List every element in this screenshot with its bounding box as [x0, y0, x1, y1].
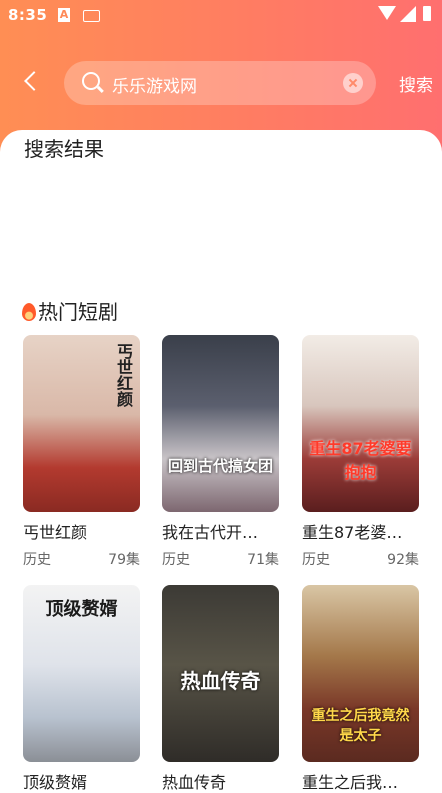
hot-dramas-label: 热门短剧	[38, 300, 118, 324]
drama-title: 热血传奇	[162, 773, 227, 792]
drama-poster: 丐世红颜	[23, 335, 140, 512]
drama-card[interactable]: 重生87老婆要抱抱 重生87老婆… 历史 92集	[302, 335, 419, 568]
drama-title: 重生87老婆…	[302, 523, 403, 542]
poster-title: 顶级赘婿	[45, 599, 118, 620]
hot-dramas-title: 热门短剧	[22, 296, 118, 325]
drama-poster: 重生之后我竟然是太子	[302, 585, 419, 762]
drama-title: 顶级赘婿	[23, 773, 88, 792]
battery-icon	[423, 6, 431, 21]
drama-poster: 顶级赘婿	[23, 585, 140, 762]
drama-title: 我在古代开…	[162, 523, 259, 542]
back-button[interactable]	[18, 66, 48, 96]
drama-meta: 历史 79集	[23, 549, 140, 568]
drama-poster: 回到古代搞女团	[162, 335, 279, 512]
drama-card[interactable]: 热血传奇 热血传奇	[162, 585, 279, 793]
drama-poster: 重生87老婆要抱抱	[302, 335, 419, 512]
clear-search-button[interactable]	[343, 73, 363, 93]
fire-icon	[22, 303, 36, 321]
drama-episodes: 92集	[387, 552, 419, 568]
drama-card[interactable]: 重生之后我竟然是太子 重生之后我…	[302, 585, 419, 793]
keyboard-icon	[83, 10, 100, 22]
poster-title: 丐世红颜	[114, 343, 133, 407]
poster-title: 重生87老婆要抱抱	[309, 439, 412, 482]
drama-title: 重生之后我…	[302, 773, 399, 792]
search-input[interactable]	[110, 69, 334, 99]
poster-title: 重生之后我竟然是太子	[311, 708, 410, 744]
poster-title: 回到古代搞女团	[168, 457, 274, 475]
drama-meta: 历史 92集	[302, 549, 419, 568]
drama-episodes: 71集	[247, 552, 279, 568]
poster-title: 热血传奇	[180, 669, 261, 693]
drama-card[interactable]: 顶级赘婿 顶级赘婿	[23, 585, 140, 793]
search-results-title: 搜索结果	[24, 137, 104, 161]
status-time: 8:35	[8, 6, 48, 24]
wifi-icon	[378, 6, 396, 20]
drama-card[interactable]: 丐世红颜 丐世红颜 历史 79集	[23, 335, 140, 568]
search-icon	[82, 72, 100, 90]
drama-genre: 历史	[162, 552, 190, 568]
search-button[interactable]: 搜索	[399, 71, 442, 96]
content-panel: 搜索结果 热门短剧 丐世红颜 丐世红颜 历史 79集 回到古代搞女团 我在古代开…	[0, 130, 442, 792]
search-bar[interactable]	[64, 61, 376, 105]
drama-episodes: 79集	[108, 552, 140, 568]
drama-genre: 历史	[302, 552, 330, 568]
drama-poster: 热血传奇	[162, 585, 279, 762]
signal-icon	[400, 6, 416, 22]
status-bar: 8:35 A	[0, 0, 442, 30]
drama-title: 丐世红颜	[23, 523, 88, 542]
drama-genre: 历史	[23, 552, 51, 568]
a-app-icon: A	[58, 8, 70, 22]
drama-meta: 历史 71集	[162, 549, 279, 568]
drama-card[interactable]: 回到古代搞女团 我在古代开… 历史 71集	[162, 335, 279, 568]
